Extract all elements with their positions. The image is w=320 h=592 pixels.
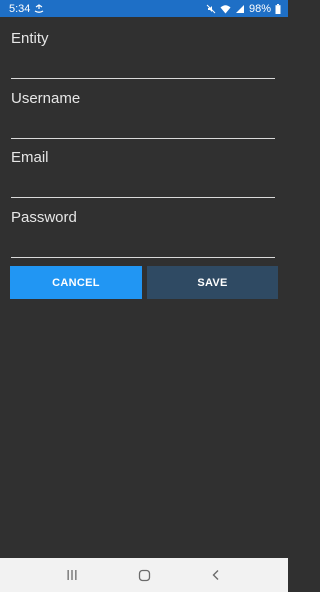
email-label: Email [11,149,49,166]
back-button[interactable] [196,560,236,590]
entity-label: Entity [11,30,49,47]
cancel-button[interactable]: CANCEL [10,266,142,299]
battery-percent: 98% [248,2,271,15]
status-left: 5:34 [9,3,44,15]
mute-icon [206,4,216,14]
system-nav-bar [0,558,288,592]
home-button[interactable] [124,560,164,590]
entity-field: Entity [11,17,275,79]
username-field: Username [11,77,275,139]
password-field: Password [11,196,275,258]
status-bar: 5:34 98% [0,0,288,17]
password-input[interactable] [11,231,275,258]
save-button[interactable]: SAVE [147,266,278,299]
username-input[interactable] [11,112,275,139]
entity-input[interactable] [11,53,275,79]
username-label: Username [11,89,81,107]
email-input[interactable] [11,172,275,198]
entity-form: Entity Username Email Password [11,17,275,258]
recent-apps-icon [66,569,78,581]
recent-apps-button[interactable] [52,560,92,590]
wifi-icon [220,4,231,14]
signal-icon [235,4,245,14]
email-field: Email [11,136,275,198]
battery-icon [275,3,281,14]
data-saver-icon [34,3,44,14]
status-right: 98% [206,3,281,15]
password-label: Password [11,208,77,226]
back-icon [210,569,222,581]
home-icon [138,569,151,582]
status-time: 5:34 [9,2,31,15]
